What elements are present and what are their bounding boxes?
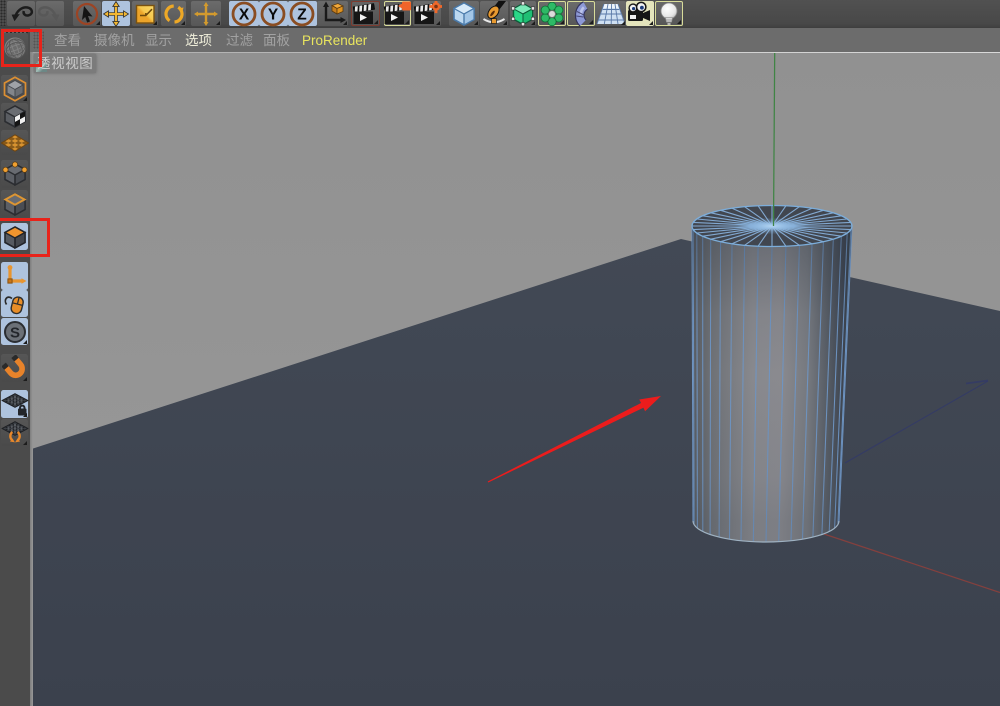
svg-text:S: S (9, 324, 19, 341)
svg-text:X: X (239, 6, 250, 23)
svg-text:Z: Z (298, 6, 308, 23)
svg-text:Y: Y (268, 6, 279, 23)
